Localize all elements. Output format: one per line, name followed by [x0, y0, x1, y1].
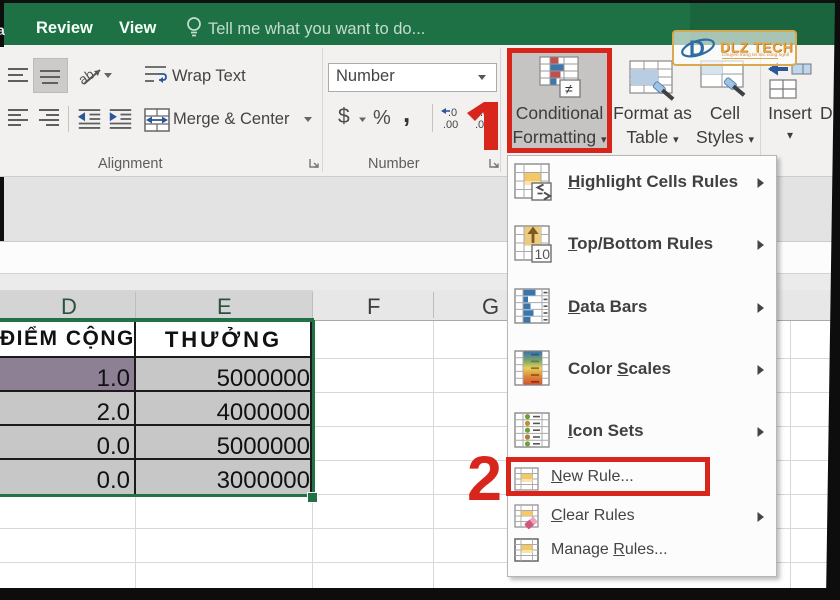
svg-text:.0: .0 [448, 107, 457, 119]
svg-text:10: 10 [535, 246, 551, 262]
svg-text:.00: .00 [443, 119, 458, 131]
svg-text:D: D [689, 36, 705, 61]
svg-text:ab: ab [78, 66, 97, 88]
